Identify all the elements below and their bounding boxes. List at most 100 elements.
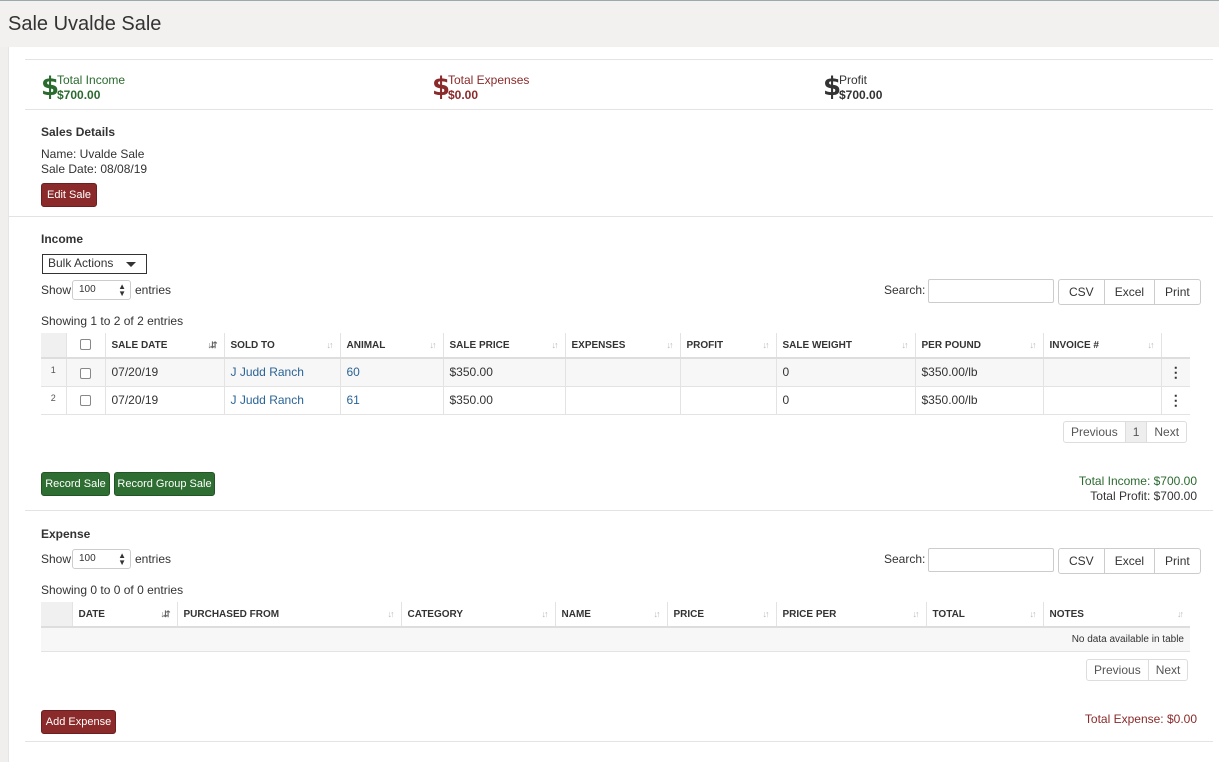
cell-sold-to: J Judd Ranch	[223, 386, 340, 415]
col-sale-price[interactable]: SALE PRICE ↓↑	[442, 333, 565, 359]
print-button[interactable]: Print	[1154, 549, 1200, 573]
print-button[interactable]: Print	[1154, 280, 1200, 304]
page-1-button[interactable]: 1	[1124, 422, 1147, 442]
next-page-button[interactable]: Next	[1147, 660, 1188, 680]
cell-profit	[679, 358, 776, 387]
total-income-text: Total Income: $700.00	[1078, 474, 1197, 488]
col-category[interactable]: CATEGORY ↓↑	[400, 602, 555, 628]
sort-icon: ↓↑	[912, 609, 920, 619]
col-label: TOTAL	[932, 608, 965, 620]
empty-table-message: No data available in table	[41, 627, 1190, 652]
row-checkbox[interactable]	[80, 395, 91, 407]
animal-link[interactable]: 61	[347, 393, 360, 407]
col-profit[interactable]: PROFIT ↓↑	[679, 333, 776, 359]
col-label: SALE PRICE	[449, 339, 510, 351]
excel-button[interactable]: Excel	[1103, 280, 1154, 304]
col-label: PER POUND	[921, 339, 981, 351]
sort-icon: ↓↑	[551, 340, 559, 350]
row-menu-icon[interactable]: ⋮	[1160, 386, 1190, 415]
excel-button[interactable]: Excel	[1103, 549, 1154, 573]
col-total[interactable]: TOTAL ↓↑	[925, 602, 1043, 628]
sort-icon: ↓↑	[1029, 340, 1037, 350]
col-purchased-from[interactable]: PURCHASED FROM ↓↑	[176, 602, 401, 628]
animal-link[interactable]: 60	[347, 365, 360, 379]
row-index-header	[41, 602, 72, 628]
income-table: SALE DATE ↓⇵ SOLD TO ↓↑ ANIMAL ↓↑ SALE PRIC…	[41, 333, 1190, 415]
col-sale-date[interactable]: SALE DATE ↓⇵	[104, 333, 224, 359]
col-date[interactable]: DATE ↓⇵	[71, 602, 177, 628]
previous-page-button[interactable]: Previous	[1064, 422, 1125, 442]
col-invoice[interactable]: INVOICE # ↓↑	[1042, 333, 1161, 359]
next-page-button[interactable]: Next	[1146, 422, 1186, 442]
divider	[9, 216, 1213, 217]
previous-page-button[interactable]: Previous	[1087, 660, 1148, 680]
record-group-sale-button[interactable]: Record Group Sale	[114, 472, 215, 496]
divider	[25, 59, 1213, 60]
cell-animal: 60	[339, 358, 443, 387]
select-all-header	[65, 333, 105, 359]
income-entries-select[interactable]: 100 ▲ ▼	[72, 280, 131, 300]
col-animal[interactable]: ANIMAL ↓↑	[339, 333, 443, 359]
row-index: 1	[41, 358, 66, 387]
edit-sale-button[interactable]: Edit Sale	[41, 183, 97, 207]
sort-icon: ↓↑	[901, 340, 909, 350]
row-checkbox[interactable]	[80, 367, 91, 379]
cell-sale-price: $350.00	[442, 358, 565, 387]
updown-icon: ▲ ▼	[118, 551, 126, 567]
row-menu-icon[interactable]: ⋮	[1160, 358, 1190, 387]
income-export-buttons: CSV Excel Print	[1058, 279, 1201, 305]
cell-animal: 61	[339, 386, 443, 415]
col-price[interactable]: PRICE ↓↑	[666, 602, 776, 628]
stat-label: Profit	[839, 73, 868, 87]
col-notes[interactable]: NOTES ↓↑	[1042, 602, 1190, 628]
cell-sale-weight: 0	[775, 358, 915, 387]
sort-icon: ↓↑	[541, 609, 549, 619]
record-sale-button[interactable]: Record Sale	[41, 472, 110, 496]
stat-value: $700.00	[57, 88, 101, 102]
sort-icon: ↓↑	[666, 340, 674, 350]
income-title: Income	[41, 232, 84, 246]
search-label: Search:	[884, 552, 926, 566]
row-index: 2	[41, 386, 66, 415]
col-sold-to[interactable]: SOLD TO ↓↑	[223, 333, 340, 359]
table-header-row: SALE DATE ↓⇵ SOLD TO ↓↑ ANIMAL ↓↑ SALE PRIC…	[41, 333, 1190, 359]
entries-value: 100	[79, 553, 96, 564]
expense-pagination: Previous Next	[1086, 659, 1189, 681]
col-label: INVOICE #	[1049, 339, 1099, 351]
col-price-per[interactable]: PRICE PER ↓↑	[775, 602, 926, 628]
sort-desc-icon: ↓⇵	[160, 609, 170, 619]
col-label: PROFIT	[686, 339, 724, 351]
income-pagination: Previous 1 Next	[1063, 421, 1188, 443]
cell-sale-date: 07/20/19	[104, 386, 224, 415]
add-expense-button[interactable]: Add Expense	[41, 710, 116, 734]
divider	[25, 510, 1213, 511]
csv-button[interactable]: CSV	[1059, 549, 1104, 573]
sort-icon: ↓↑	[1147, 340, 1155, 350]
col-sale-weight[interactable]: SALE WEIGHT ↓↑	[775, 333, 915, 359]
select-all-checkbox[interactable]	[80, 339, 91, 351]
sold-to-link[interactable]: J Judd Ranch	[231, 365, 304, 379]
sort-icon: ↓↑	[762, 609, 770, 619]
cell-invoice	[1042, 386, 1161, 415]
sort-desc-icon: ↓⇵	[207, 340, 217, 350]
stat-value: $700.00	[839, 88, 883, 102]
col-label: EXPENSES	[571, 339, 626, 351]
bulk-actions-dropdown[interactable]: Bulk Actions	[42, 254, 147, 274]
expense-entries-select[interactable]: 100 ▲ ▼	[72, 549, 131, 569]
row-select-cell	[65, 386, 105, 415]
entries-label: entries	[135, 552, 172, 566]
expense-search-input[interactable]	[928, 548, 1054, 572]
csv-button[interactable]: CSV	[1059, 280, 1104, 304]
sold-to-link[interactable]: J Judd Ranch	[231, 393, 304, 407]
cell-profit	[679, 386, 776, 415]
income-search-input[interactable]	[928, 279, 1054, 303]
col-expenses[interactable]: EXPENSES ↓↑	[564, 333, 680, 359]
cell-sale-price: $350.00	[442, 386, 565, 415]
divider	[25, 109, 1213, 110]
search-label: Search:	[884, 283, 926, 297]
col-label: PURCHASED FROM	[183, 608, 280, 620]
cell-expenses	[564, 386, 680, 415]
cell-per-pound: $350.00/lb	[914, 358, 1043, 387]
col-name[interactable]: NAME ↓↑	[554, 602, 667, 628]
col-per-pound[interactable]: PER POUND ↓↑	[914, 333, 1043, 359]
